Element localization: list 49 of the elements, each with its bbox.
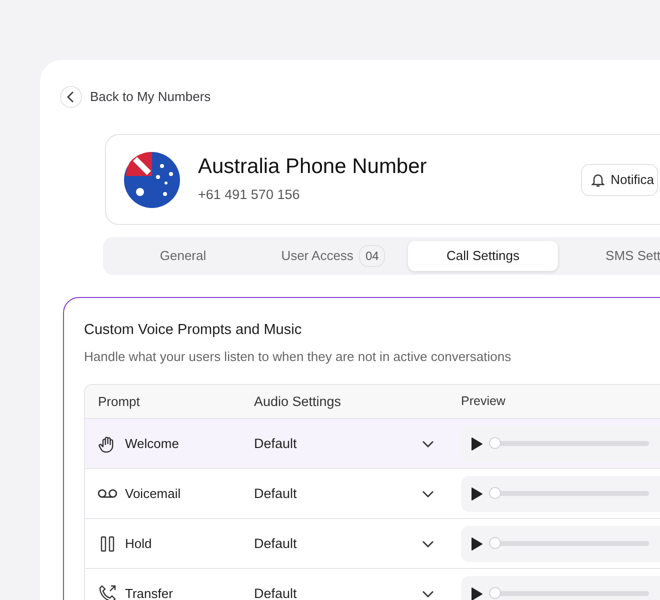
table-row[interactable]: Welcome Default xyxy=(85,418,660,468)
column-header: Prompt xyxy=(98,393,140,411)
column-header: Preview xyxy=(461,393,506,410)
back-button[interactable] xyxy=(60,86,82,108)
table-row[interactable]: Hold Default xyxy=(85,518,660,568)
voicemail-icon xyxy=(98,489,117,498)
tab[interactable]: SMS Sett xyxy=(558,241,660,271)
chevron-left-icon xyxy=(66,91,76,103)
bell-icon xyxy=(590,172,606,188)
phone-number: +61 491 570 156 xyxy=(198,186,301,204)
slider-thumb[interactable] xyxy=(489,487,501,500)
tab[interactable]: Call Settings xyxy=(408,241,558,271)
notifications-button[interactable]: Notifica xyxy=(580,164,658,196)
audio-dropdown[interactable]: Default xyxy=(254,484,434,504)
phone-arrow-icon xyxy=(98,584,117,600)
section-subtitle: Handle what your users listen to when they are not in active conversations xyxy=(84,348,512,366)
prompt-name: Hold xyxy=(125,535,152,553)
australia-flag-icon xyxy=(124,152,180,208)
play-button[interactable] xyxy=(471,486,483,501)
table-row[interactable]: Transfer Default xyxy=(85,568,660,600)
slider-thumb[interactable] xyxy=(489,437,501,450)
prompt-name: Voicemail xyxy=(125,485,181,503)
play-icon xyxy=(471,586,483,600)
play-icon xyxy=(471,536,483,551)
chevron-down-icon xyxy=(422,590,434,598)
chevron-down-icon xyxy=(422,440,434,448)
play-icon xyxy=(471,436,483,451)
slider-thumb[interactable] xyxy=(489,537,501,550)
slider-thumb[interactable] xyxy=(489,587,501,600)
back-link[interactable]: Back to My Numbers xyxy=(90,87,211,107)
tab[interactable]: User Access 04 xyxy=(258,241,408,271)
play-button[interactable] xyxy=(471,536,483,551)
play-button[interactable] xyxy=(471,586,483,600)
table-row[interactable]: Voicemail Default xyxy=(85,468,660,518)
pause-icon xyxy=(98,534,117,554)
audio-dropdown[interactable]: Default xyxy=(254,434,434,454)
section-title: Custom Voice Prompts and Music xyxy=(84,321,303,340)
chevron-down-icon xyxy=(422,540,434,548)
column-header: Audio Settings xyxy=(254,392,342,411)
prompt-name: Welcome xyxy=(125,435,179,453)
count-badge: 04 xyxy=(359,245,385,267)
prompt-name: Transfer xyxy=(125,585,173,600)
audio-dropdown[interactable]: Default xyxy=(254,534,434,554)
play-icon xyxy=(471,486,483,501)
number-title: Australia Phone Number xyxy=(198,154,427,179)
audio-dropdown[interactable]: Default xyxy=(254,584,434,600)
play-button[interactable] xyxy=(471,436,483,451)
chevron-down-icon xyxy=(422,490,434,498)
tab[interactable]: General xyxy=(108,241,258,271)
